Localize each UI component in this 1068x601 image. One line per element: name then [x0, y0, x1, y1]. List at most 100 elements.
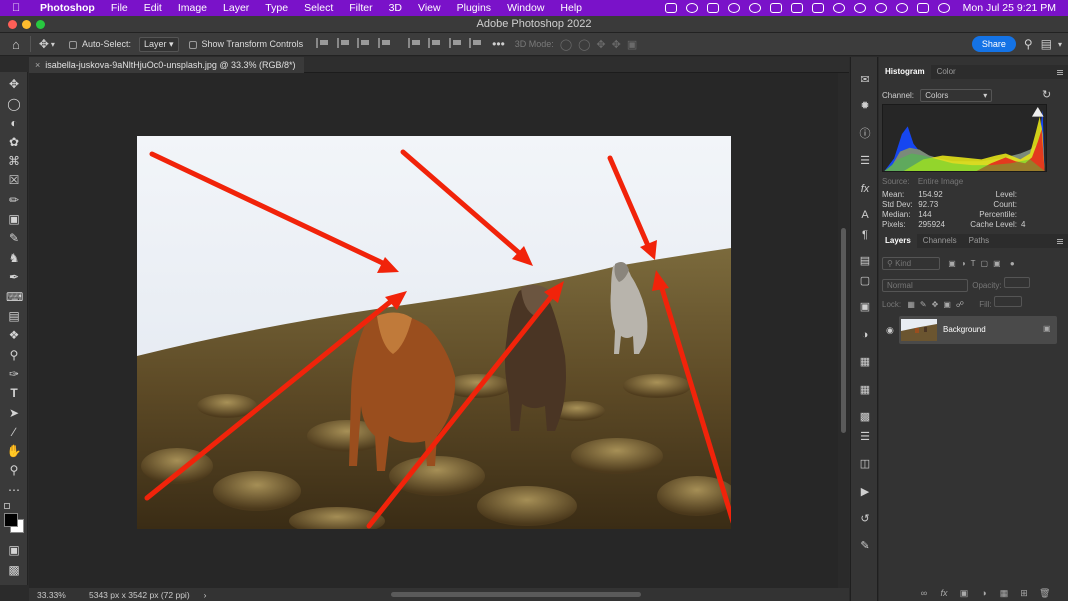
delete-layer-icon[interactable]: 🗑 [1039, 588, 1050, 598]
character-icon[interactable]: A [858, 208, 872, 222]
crop-tool-icon[interactable]: ⌘ [6, 153, 22, 169]
tab-paths[interactable]: Paths [963, 234, 995, 248]
layer-visibility-eye-icon[interactable]: ◉ [886, 325, 894, 336]
eraser-tool-icon[interactable]: ⌨ [6, 289, 23, 305]
timeline-icon[interactable]: ◫ [858, 457, 872, 471]
menubar-clock[interactable]: Mon Jul 25 9:21 PM [963, 2, 1056, 14]
search-icon[interactable]: ⚲ [1024, 37, 1033, 51]
stamp-tool-icon[interactable]: ♞ [6, 250, 22, 266]
lasso-tool-icon[interactable]: ◐ [6, 115, 22, 131]
menu-image[interactable]: Image [170, 2, 215, 14]
show-transform-checkbox[interactable] [188, 39, 202, 49]
align-center-icon[interactable] [336, 38, 349, 48]
align-top-icon[interactable] [407, 38, 420, 48]
add-mask-icon[interactable]: ▣ [959, 588, 969, 598]
line-tool-icon[interactable]: ∕ [6, 424, 22, 440]
foreground-color-swatch[interactable] [4, 513, 18, 527]
home-icon[interactable]: ⌂ [12, 37, 20, 52]
history-icon[interactable]: ↺ [858, 512, 872, 526]
align-bottom-icon[interactable] [448, 38, 461, 48]
tool-preset-chevron-icon[interactable]: ▾ [51, 40, 55, 49]
link-layers-icon[interactable]: ∞ [919, 588, 929, 598]
more-options-icon[interactable]: ••• [492, 37, 505, 51]
status-expand-icon[interactable]: › [204, 590, 207, 600]
auto-select-dropdown[interactable]: Layer ▾ [138, 36, 179, 52]
comments-icon[interactable]: ✉ [858, 73, 872, 87]
channel-dropdown[interactable]: Colors ▾ [920, 89, 993, 102]
color-icon[interactable]: ◑ [858, 328, 872, 342]
zoom-level[interactable]: 33.33% [37, 590, 77, 600]
align-middle-icon[interactable] [428, 38, 441, 48]
menu-plugins[interactable]: Plugins [449, 2, 499, 14]
menu-select[interactable]: Select [296, 2, 341, 14]
hand-tool-icon[interactable]: ✋ [6, 443, 22, 459]
dodge-tool-icon[interactable]: ⚲ [6, 347, 22, 363]
tab-channels[interactable]: Channels [917, 234, 963, 248]
pen-tool-icon[interactable]: ✑ [6, 366, 22, 382]
type-tool-icon[interactable]: T [6, 385, 22, 401]
filter-toggle-icon[interactable]: ● [1010, 259, 1015, 268]
spot-heal-tool-icon[interactable]: ▣ [6, 211, 22, 227]
brush-settings-icon[interactable]: ✎ [858, 539, 872, 553]
panel-menu-icon[interactable] [1057, 69, 1063, 75]
menu-view[interactable]: View [410, 2, 449, 14]
layer-style-fx-icon[interactable]: fx [939, 588, 949, 598]
tab-color[interactable]: Color [931, 65, 962, 79]
gradients-icon[interactable]: ▩ [858, 410, 872, 424]
close-tab-icon[interactable]: × [35, 60, 40, 70]
menu-layer[interactable]: Layer [215, 2, 257, 14]
libraries-icon[interactable]: ▤ [858, 254, 872, 268]
play-actions-icon[interactable]: ▶ [858, 485, 872, 499]
move-tool-icon[interactable]: ✥ [39, 37, 49, 51]
menu-3d[interactable]: 3D [381, 2, 410, 14]
layer-kind-filter[interactable]: ⚲ Kind [882, 257, 940, 270]
control-center-icon[interactable] [916, 3, 929, 13]
align-right-icon[interactable] [357, 38, 370, 48]
history-brush-tool-icon[interactable]: ✒ [6, 269, 22, 285]
frame-tool-icon[interactable]: ☒ [6, 172, 22, 188]
search-icon[interactable] [895, 3, 908, 13]
default-colors-icon[interactable] [4, 503, 10, 509]
menu-edit[interactable]: Edit [136, 2, 170, 14]
bookmark-icon[interactable] [790, 3, 803, 13]
path-select-tool-icon[interactable]: ➤ [6, 405, 22, 421]
new-layer-icon[interactable]: ⊞ [1019, 588, 1029, 598]
creative-cloud-icon[interactable] [685, 3, 698, 13]
menu-help[interactable]: Help [552, 2, 590, 14]
adjustments-icon[interactable]: ✹ [858, 99, 872, 113]
layers-panel-menu-icon[interactable] [1057, 238, 1063, 244]
screenshot-icon[interactable] [769, 3, 782, 13]
wifi-icon[interactable] [853, 3, 866, 13]
align-left-icon[interactable] [316, 38, 329, 48]
menu-type[interactable]: Type [257, 2, 296, 14]
document-tab[interactable]: × isabella-juskova-9aNltHjuOc0-unsplash.… [29, 57, 304, 73]
vertical-scrollbar[interactable] [838, 73, 849, 588]
new-adjustment-icon[interactable]: ◑ [979, 588, 989, 598]
quick-mask-icon[interactable]: ▣ [6, 542, 22, 558]
bluetooth-icon[interactable] [832, 3, 845, 13]
opacity-field[interactable] [1003, 277, 1030, 288]
share-button[interactable]: Share [971, 36, 1016, 52]
gradient-tool-icon[interactable]: ▤ [6, 308, 22, 324]
user-icon[interactable] [874, 3, 887, 13]
new-group-icon[interactable]: ▦ [999, 588, 1009, 598]
clone-source-icon[interactable]: ▣ [858, 300, 872, 314]
menu-app-name[interactable]: Photoshop [34, 2, 103, 14]
vertical-scroll-thumb[interactable] [841, 228, 846, 433]
layer-lock-icon[interactable]: ▣ [1043, 324, 1051, 333]
eyedropper-tool-icon[interactable]: ✏ [6, 192, 22, 208]
menu-window[interactable]: Window [499, 2, 552, 14]
lock-icons[interactable]: ▦✎✥▣☍ [907, 300, 969, 309]
patterns-icon[interactable]: ▦ [858, 383, 872, 397]
distribute-vertical-icon[interactable] [469, 38, 482, 48]
siri-icon[interactable] [937, 3, 950, 13]
fill-field[interactable] [993, 296, 1022, 307]
zoom-tool-icon[interactable]: ⚲ [6, 462, 22, 478]
menu-file[interactable]: File [103, 2, 136, 14]
layer-row-background[interactable]: Background ▣ [899, 316, 1057, 344]
move-tool-icon[interactable]: ✥ [6, 76, 22, 92]
quick-select-tool-icon[interactable]: ✿ [6, 134, 22, 150]
more-tools-icon[interactable]: ⋯ [6, 482, 22, 498]
adjust-sliders-icon[interactable]: ☰ [858, 430, 872, 444]
menu-filter[interactable]: Filter [341, 2, 380, 14]
